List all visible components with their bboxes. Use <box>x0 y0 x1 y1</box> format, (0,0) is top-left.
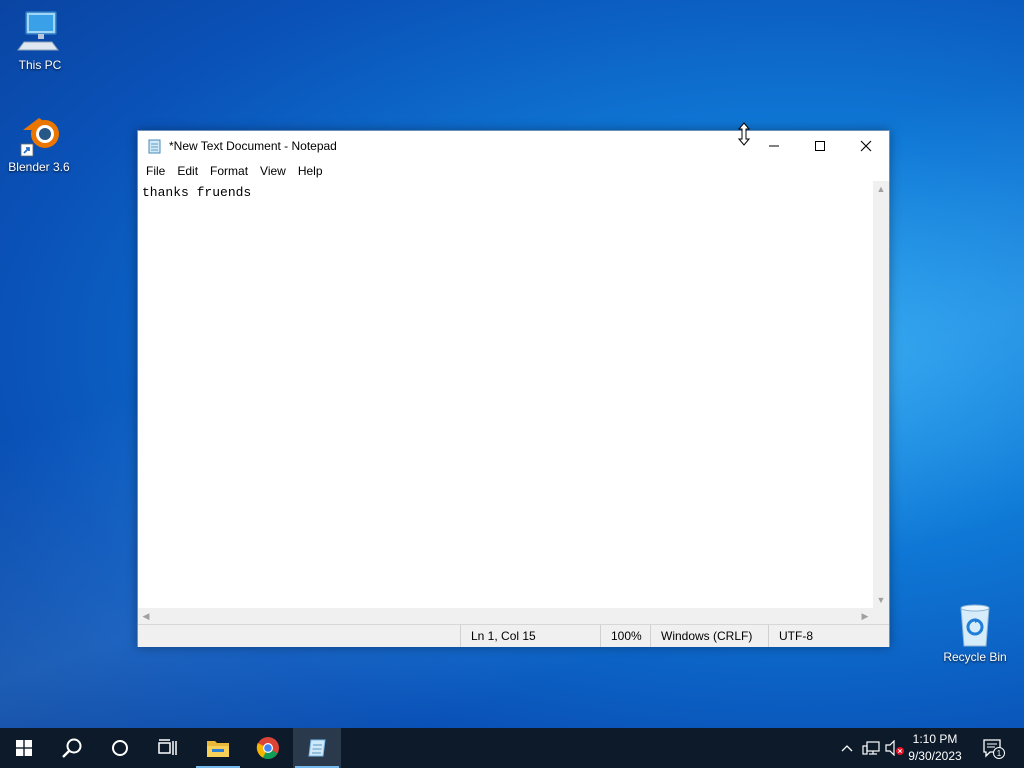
window-title: *New Text Document - Notepad <box>169 139 337 153</box>
minimize-icon <box>769 145 779 147</box>
notification-count: 1 <box>997 749 1002 758</box>
search-icon <box>62 738 82 758</box>
search-button[interactable] <box>48 728 96 768</box>
resize-cursor-icon <box>738 122 750 146</box>
file-explorer-button[interactable] <box>194 728 242 768</box>
chevron-up-icon <box>841 745 853 752</box>
scroll-right-icon[interactable]: ▶ <box>857 608 873 624</box>
horizontal-scrollbar[interactable]: ◀ ▶ <box>138 608 873 624</box>
text-editor[interactable]: thanks fruends <box>138 181 873 608</box>
close-icon <box>860 140 872 152</box>
minimize-button[interactable] <box>751 131 797 161</box>
cortana-icon <box>112 740 128 756</box>
desktop-icon-blender[interactable]: Blender 3.6 <box>1 110 77 174</box>
taskbar: 1:10 PM 9/30/2023 1 <box>0 728 1024 768</box>
desktop-icon-label: Blender 3.6 <box>8 160 70 174</box>
notepad-icon <box>308 739 326 757</box>
status-bar: Ln 1, Col 15 100% Windows (CRLF) UTF-8 <box>138 624 889 647</box>
start-button[interactable] <box>0 728 48 768</box>
chrome-button[interactable] <box>244 728 292 768</box>
cortana-button[interactable] <box>96 728 144 768</box>
menu-bar: File Edit Format View Help <box>138 161 889 181</box>
task-view-icon <box>158 739 177 755</box>
status-line-ending: Windows (CRLF) <box>650 625 770 647</box>
maximize-button[interactable] <box>797 131 843 161</box>
desktop-icon-this-pc[interactable]: This PC <box>2 8 78 72</box>
computer-icon <box>16 8 64 56</box>
menu-edit[interactable]: Edit <box>171 161 204 181</box>
chrome-icon <box>256 737 279 759</box>
show-hidden-icons-button[interactable] <box>836 728 858 768</box>
notepad-window: *New Text Document - Notepad File Edit F… <box>137 130 890 647</box>
vertical-scrollbar[interactable]: ▲ ▼ <box>873 181 889 608</box>
network-button[interactable] <box>860 728 882 768</box>
task-view-button[interactable] <box>144 728 192 768</box>
folder-icon <box>207 741 229 757</box>
notepad-taskbar-button[interactable] <box>293 728 341 768</box>
menu-file[interactable]: File <box>140 161 171 181</box>
clock-time: 1:10 PM <box>912 732 958 746</box>
recycle-bin-icon <box>951 600 999 648</box>
scrollbar-corner <box>873 608 889 624</box>
desktop-icon-label: Recycle Bin <box>943 650 1007 664</box>
menu-view[interactable]: View <box>254 161 292 181</box>
status-zoom: 100% <box>600 625 650 647</box>
editor-content[interactable]: thanks fruends <box>138 181 873 204</box>
clock-date: 9/30/2023 <box>908 749 962 763</box>
menu-format[interactable]: Format <box>204 161 254 181</box>
status-position: Ln 1, Col 15 <box>460 625 600 647</box>
desktop-icon-label: This PC <box>18 58 62 72</box>
menu-help[interactable]: Help <box>292 161 329 181</box>
desktop-icon-recycle-bin[interactable]: Recycle Bin <box>937 600 1013 664</box>
action-center-button[interactable]: 1 <box>978 728 1008 768</box>
title-bar[interactable]: *New Text Document - Notepad <box>138 131 889 161</box>
scroll-left-icon[interactable]: ◀ <box>138 608 154 624</box>
maximize-icon <box>815 141 825 151</box>
status-encoding: UTF-8 <box>768 625 873 647</box>
blender-icon <box>15 110 63 158</box>
close-button[interactable] <box>843 131 889 161</box>
clock[interactable]: 1:10 PM 9/30/2023 <box>898 731 972 765</box>
network-icon <box>862 741 880 755</box>
scroll-up-icon[interactable]: ▲ <box>873 181 889 197</box>
windows-icon <box>16 740 32 756</box>
notepad-icon <box>148 139 161 154</box>
scroll-down-icon[interactable]: ▼ <box>873 592 889 608</box>
notification-icon: 1 <box>983 739 1005 759</box>
